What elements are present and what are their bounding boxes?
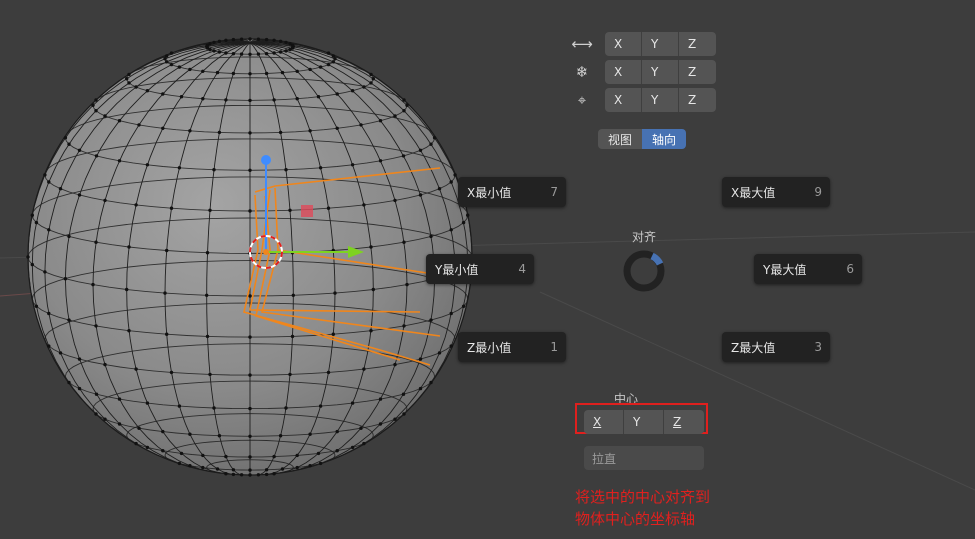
axis-toggle-group: XYZ <box>605 88 716 112</box>
center-y-button[interactable]: Y <box>624 410 664 434</box>
center-axis-row: X Y Z <box>584 410 704 434</box>
center-z-button[interactable]: Z <box>664 410 704 434</box>
straighten-button[interactable]: 拉直 <box>584 446 704 470</box>
axis-toggle-group: XYZ <box>605 32 716 56</box>
x-max-button[interactable]: X最大值 9 <box>722 177 830 207</box>
axis-row: ⌖ X Y Z <box>569 88 716 112</box>
z-min-button[interactable]: Z最小值 1 <box>458 332 566 362</box>
axis-y-toggle[interactable]: Y <box>642 32 679 56</box>
orientation-toggle: 视图 轴向 <box>598 129 687 149</box>
y-min-button[interactable]: Y最小值 4 <box>426 254 534 284</box>
axis-x-toggle[interactable]: X <box>605 60 642 84</box>
target-icon: ⌖ <box>577 91 587 109</box>
pie-menu-title: 对齐 <box>631 230 656 244</box>
axis-x-toggle[interactable]: X <box>605 32 642 56</box>
z-max-button[interactable]: Z最大值 3 <box>722 332 830 362</box>
axis-rows: ⟷ X Y Z ❄ X Y Z ⌖ X Y Z <box>569 32 716 116</box>
axis-y-toggle[interactable]: Y <box>642 88 679 112</box>
axis-toggle-button[interactable]: 轴向 <box>642 129 687 149</box>
arrows-horizontal-icon: ⟷ <box>571 35 593 53</box>
x-axis-handle-icon[interactable] <box>301 205 313 217</box>
axis-z-toggle[interactable]: Z <box>679 32 716 56</box>
view-toggle-button[interactable]: 视图 <box>598 129 643 149</box>
y-max-button[interactable]: Y最大值 6 <box>754 254 862 284</box>
annotation-text: 将选中的中心对齐到 物体中心的坐标轴 <box>575 488 711 528</box>
x-min-button[interactable]: X最小值 7 <box>458 177 566 207</box>
pie-direction-indicator <box>623 250 665 292</box>
axis-x-toggle[interactable]: X <box>605 88 642 112</box>
axis-row: ❄ X Y Z <box>569 60 716 84</box>
snowflake-icon: ❄ <box>575 63 589 81</box>
axis-toggle-group: XYZ <box>605 60 716 84</box>
axis-z-toggle[interactable]: Z <box>679 60 716 84</box>
center-x-button[interactable]: X <box>584 410 624 434</box>
axis-row: ⟷ X Y Z <box>569 32 716 56</box>
axis-y-toggle[interactable]: Y <box>642 60 679 84</box>
z-axis-handle-icon[interactable] <box>261 155 271 165</box>
axis-z-toggle[interactable]: Z <box>679 88 716 112</box>
